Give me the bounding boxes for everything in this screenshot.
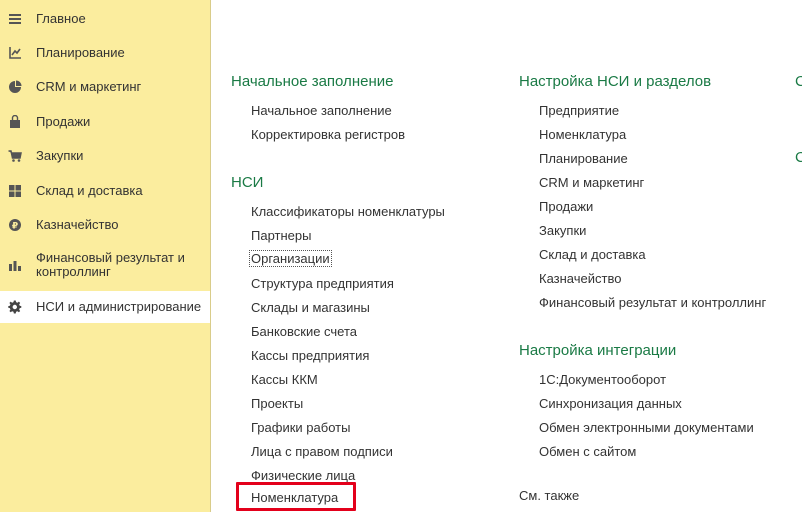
sidebar-item-planning[interactable]: Планирование (0, 42, 210, 64)
see-also-label: См. также (519, 488, 580, 503)
sidebar-item-label: Финансовый результат и контроллинг (36, 250, 185, 279)
link-signatories[interactable]: Лица с правом подписи (251, 444, 393, 459)
section-title-nsi: НСИ (231, 174, 264, 191)
sidebar-item-financial-result[interactable]: Финансовый результат и контроллинг (0, 248, 210, 282)
link-partners[interactable]: Партнеры (251, 228, 311, 243)
link-settings-treasury[interactable]: Казначейство (539, 271, 621, 286)
sidebar-item-nsi-admin[interactable]: НСИ и администрирование (0, 291, 210, 323)
sidebar-item-label: НСИ и администрирование (36, 299, 202, 314)
link-edi-exchange[interactable]: Обмен электронными документами (539, 420, 754, 435)
link-individuals[interactable]: Физические лица (251, 468, 355, 483)
warehouse-grid-icon (7, 183, 23, 199)
link-enterprise-cashboxes[interactable]: Кассы предприятия (251, 348, 369, 363)
gear-icon (7, 299, 23, 315)
clipped-section-title: С (795, 73, 802, 90)
section-title-initial-fill: Начальное заполнение (231, 73, 394, 90)
sidebar-item-label: Склад и доставка (36, 183, 143, 198)
sidebar-item-crm[interactable]: CRM и маркетинг (0, 76, 210, 98)
link-enterprise[interactable]: Предприятие (539, 103, 619, 118)
link-warehouses-stores[interactable]: Склады и магазины (251, 300, 370, 315)
link-settings-crm[interactable]: CRM и маркетинг (539, 175, 644, 190)
svg-text:₽: ₽ (12, 221, 18, 231)
pie-chart-icon (7, 79, 23, 95)
planning-chart-icon (7, 45, 23, 61)
sidebar-item-label: Продажи (36, 114, 91, 129)
link-organizations[interactable]: Организации (249, 250, 332, 267)
link-site-exchange[interactable]: Обмен с сайтом (539, 444, 636, 459)
bar-chart-icon (7, 257, 23, 273)
link-document-flow[interactable]: 1С:Документооборот (539, 372, 666, 387)
link-initial-fill[interactable]: Начальное заполнение (251, 103, 392, 118)
link-settings-financial-result[interactable]: Финансовый результат и контроллинг (539, 295, 766, 310)
sidebar-item-label: CRM и маркетинг (36, 79, 142, 94)
sidebar-item-label: Казначейство (36, 217, 119, 232)
link-nomenclature-classifiers[interactable]: Классификаторы номенклатуры (251, 204, 445, 219)
shopping-bag-icon (7, 114, 23, 130)
sidebar-item-warehouse[interactable]: Склад и доставка (0, 180, 210, 202)
link-data-sync[interactable]: Синхронизация данных (539, 396, 682, 411)
sidebar: Главное Планирование CRM и маркетинг Про… (0, 0, 211, 512)
section-title-integration-settings: Настройка интеграции (519, 342, 677, 359)
sidebar-item-label: Главное (36, 11, 86, 26)
clipped-section-title: С (795, 149, 802, 166)
shopping-cart-icon (7, 148, 23, 164)
link-kkm-cashboxes[interactable]: Кассы ККМ (251, 372, 318, 387)
link-register-adjustment[interactable]: Корректировка регистров (251, 127, 405, 142)
sidebar-item-treasury[interactable]: ₽ Казначейство (0, 214, 210, 236)
sidebar-item-label: Закупки (36, 148, 84, 163)
highlight-box (236, 482, 356, 511)
sidebar-item-label: Планирование (36, 45, 125, 60)
link-projects[interactable]: Проекты (251, 396, 303, 411)
coin-icon: ₽ (7, 217, 23, 233)
section-title-nsi-settings: Настройка НСИ и разделов (519, 73, 712, 90)
menu-lines-icon (7, 11, 23, 27)
link-work-schedules[interactable]: Графики работы (251, 420, 350, 435)
link-settings-purchases[interactable]: Закупки (539, 223, 586, 238)
sidebar-item-purchases[interactable]: Закупки (0, 145, 210, 167)
link-settings-warehouse[interactable]: Склад и доставка (539, 247, 646, 262)
link-enterprise-structure[interactable]: Структура предприятия (251, 276, 394, 291)
link-settings-sales[interactable]: Продажи (539, 199, 593, 214)
link-settings-planning[interactable]: Планирование (539, 151, 628, 166)
sidebar-item-main[interactable]: Главное (0, 8, 210, 30)
sidebar-item-sales[interactable]: Продажи (0, 111, 210, 133)
link-bank-accounts[interactable]: Банковские счета (251, 324, 357, 339)
link-settings-nomenclature[interactable]: Номенклатура (539, 127, 626, 142)
